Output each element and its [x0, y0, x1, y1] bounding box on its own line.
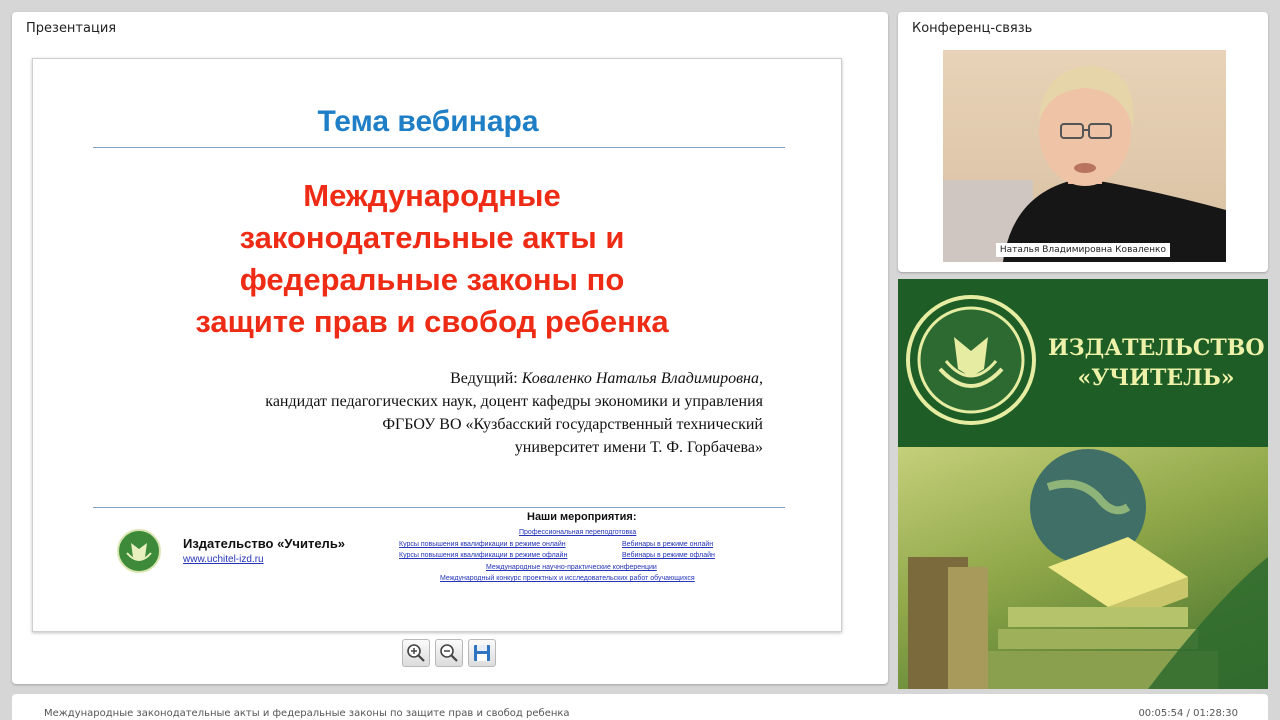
presentation-panel: Презентация Тема вебинара Международные …	[12, 12, 888, 684]
event-link-webinars-offline[interactable]: Вебинары в режиме офлайн	[622, 552, 715, 559]
zoom-out-icon	[440, 644, 458, 662]
topic-line-3: федеральные законы по	[239, 262, 625, 297]
books-globe-icon	[908, 449, 1268, 689]
presenter-credential-3: университет имени Т. Ф. Горбачева»	[514, 439, 763, 456]
presenter-name: Коваленко Наталья Владимировна	[521, 370, 759, 387]
zoom-out-button[interactable]	[435, 639, 463, 667]
ad-publisher-title: ИЗДАТЕЛЬСТВО «УЧИТЕЛЬ»	[1048, 333, 1265, 393]
event-link-courses-online[interactable]: Курсы повышения квалификации в режиме он…	[399, 541, 566, 548]
publisher-link[interactable]: www.uchitel-izd.ru	[183, 554, 264, 565]
events-title-text: Наши мероприятия	[527, 511, 633, 523]
presenter-credential-1: кандидат педагогических наук, доцент каф…	[265, 393, 763, 410]
ad-top-section: ИЗДАТЕЛЬСТВО «УЧИТЕЛЬ»	[898, 279, 1268, 447]
ad-logo-icon	[906, 295, 1036, 425]
event-link-retraining[interactable]: Профессиональная переподготовка	[519, 529, 636, 536]
event-link-webinars-online[interactable]: Вебинары в режиме онлайн	[622, 541, 713, 548]
conference-panel: Конференц-связь Наталья Владимировна Ков…	[898, 12, 1268, 272]
event-link-courses-offline[interactable]: Курсы повышения квалификации в режиме оф…	[399, 552, 567, 559]
slide-divider-top	[93, 147, 785, 148]
topic-line-4: защите прав и свобод ребенка	[195, 304, 669, 339]
save-button[interactable]	[468, 639, 496, 667]
participant-name-label: Наталья Владимировна Коваленко	[995, 243, 1170, 257]
presentation-panel-title: Презентация	[26, 21, 117, 36]
presenter-line: Ведущий: Коваленко Наталья Владимировна,	[450, 370, 763, 387]
conference-panel-title: Конференц-связь	[912, 21, 1033, 36]
participant-figure-icon	[943, 66, 1226, 262]
topic-line-2: законодательные акты и	[239, 220, 625, 255]
presenter-info: Ведущий: Коваленко Наталья Владимировна,…	[163, 367, 763, 459]
zoom-in-icon	[407, 644, 425, 662]
event-link-contest[interactable]: Международный конкурс проектных и исслед…	[440, 575, 695, 582]
playback-time: 00:05:54 / 01:28:30	[1138, 708, 1238, 719]
presenter-credential-2: ФГБОУ ВО «Кузбасский государственный тех…	[382, 416, 763, 433]
ad-books-image	[898, 447, 1268, 689]
ad-line-1: ИЗДАТЕЛЬСТВО	[1048, 335, 1265, 361]
webinar-title: Международные законодательные акты и фед…	[44, 708, 570, 719]
events-title: Наши мероприятия:	[527, 511, 637, 523]
publisher-name: Издательство «Учитель»	[183, 536, 346, 551]
slide-topic: Международные законодательные акты и фед…	[33, 175, 831, 343]
slide-heading: Тема вебинара	[317, 105, 539, 138]
ad-line-2: «УЧИТЕЛЬ»	[1077, 365, 1235, 391]
topic-line-1: Международные	[303, 178, 561, 213]
publisher-ad-banner[interactable]: ИЗДАТЕЛЬСТВО «УЧИТЕЛЬ»	[898, 279, 1268, 689]
participant-video[interactable]: Наталья Владимировна Коваленко	[943, 50, 1226, 262]
presentation-slide: Тема вебинара Международные законодатель…	[32, 58, 842, 632]
zoom-in-button[interactable]	[402, 639, 430, 667]
publisher-logo-icon	[117, 529, 161, 573]
presenter-label: Ведущий:	[450, 370, 518, 387]
slide-divider-bottom	[93, 507, 785, 508]
event-link-conferences[interactable]: Международные научно-практические конфер…	[486, 564, 657, 571]
status-bar: Международные законодательные акты и фед…	[12, 694, 1268, 720]
floppy-disk-icon	[474, 645, 490, 661]
